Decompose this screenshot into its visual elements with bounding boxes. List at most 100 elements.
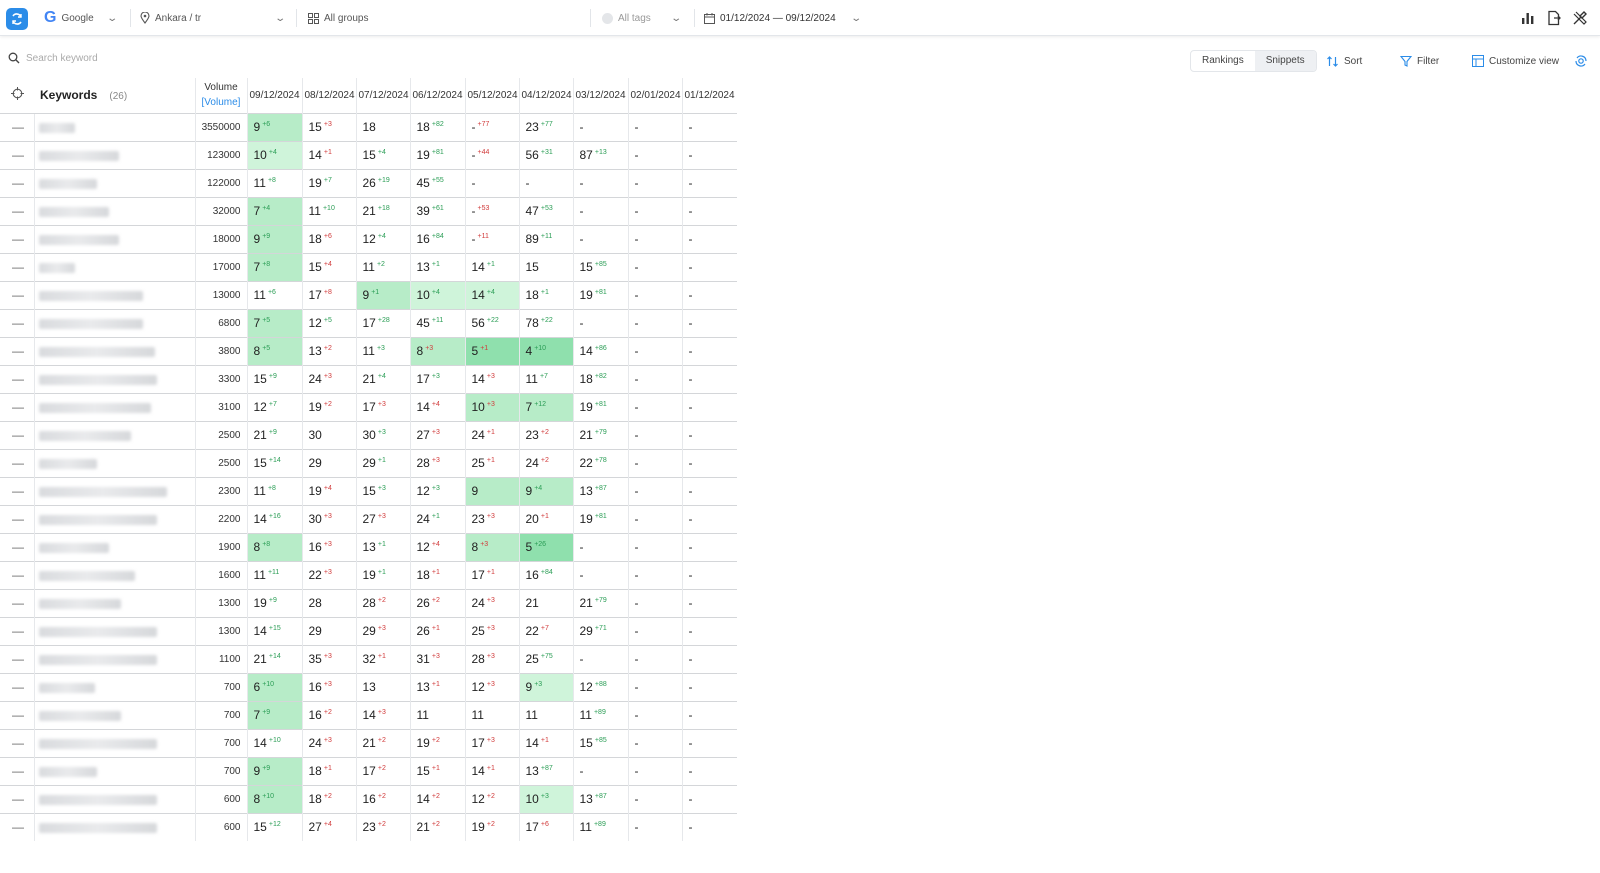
rank-cell[interactable]: 14 +1 [464, 756, 519, 785]
rank-cell[interactable]: 15 +12 [246, 812, 302, 841]
rank-cell[interactable]: 25 +3 [464, 616, 519, 645]
rank-cell[interactable]: - [681, 308, 737, 337]
rank-cell[interactable]: 22 +3 [301, 560, 356, 589]
rank-cell[interactable]: - [627, 504, 682, 533]
rank-cell[interactable]: - [627, 672, 682, 701]
rank-cell[interactable]: 7 +12 [518, 392, 573, 421]
keyword-cell-redacted[interactable] [33, 532, 195, 561]
rank-cell[interactable]: 21 +79 [572, 420, 628, 449]
rank-cell[interactable]: 15 +3 [301, 112, 356, 141]
rank-cell[interactable]: 16 +3 [301, 532, 356, 561]
rank-cell[interactable]: 7 +8 [246, 252, 302, 281]
rank-cell[interactable]: 11 +8 [246, 168, 302, 197]
keyword-cell-redacted[interactable] [33, 168, 195, 197]
rank-cell[interactable]: 25 +1 [464, 448, 519, 477]
rank-cell[interactable]: 31 +3 [409, 644, 465, 673]
collapse-dash-icon[interactable]: — [0, 700, 34, 729]
rank-cell[interactable]: - [681, 756, 737, 785]
rank-cell[interactable]: 9 +6 [246, 112, 302, 141]
rank-cell[interactable]: 14 +1 [518, 728, 573, 757]
rank-cell[interactable]: - [572, 168, 628, 197]
rank-cell[interactable]: - [681, 728, 737, 757]
rank-cell[interactable]: 14 +3 [355, 700, 410, 729]
rank-cell[interactable]: - [681, 252, 737, 281]
rank-cell[interactable]: 18 +6 [301, 224, 356, 253]
rank-cell[interactable]: - [627, 392, 682, 421]
keyword-cell-redacted[interactable] [33, 616, 195, 645]
rank-cell[interactable]: 19 +81 [572, 392, 628, 421]
collapse-dash-icon[interactable]: — [0, 364, 34, 393]
rank-cell[interactable]: 9 +9 [246, 756, 302, 785]
rank-cell[interactable]: 11 +89 [572, 812, 628, 841]
collapse-dash-icon[interactable]: — [0, 560, 34, 589]
rank-cell[interactable]: 29 +3 [355, 616, 410, 645]
rank-cell[interactable]: 11 +3 [355, 336, 410, 365]
rank-cell[interactable]: 17 +3 [409, 364, 465, 393]
collapse-dash-icon[interactable]: — [0, 756, 34, 785]
rank-cell[interactable]: 30 +3 [355, 420, 410, 449]
rank-cell[interactable]: 35 +3 [301, 644, 356, 673]
keyword-cell-redacted[interactable] [33, 420, 195, 449]
collapse-dash-icon[interactable]: — [0, 308, 34, 337]
rank-cell[interactable]: 19 +7 [301, 168, 356, 197]
keyword-cell-redacted[interactable] [33, 336, 195, 365]
rank-cell[interactable]: 14 +15 [246, 616, 302, 645]
rank-cell[interactable]: 14 +86 [572, 336, 628, 365]
rank-cell[interactable]: - +77 [464, 112, 519, 141]
rank-cell[interactable]: - [681, 784, 737, 813]
rank-cell[interactable]: 7 +5 [246, 308, 302, 337]
table-row[interactable]: —32000 7 +4 11 +10 21 +18 39 +61- +53 47 +53- - - [0, 196, 737, 225]
rank-cell[interactable]: 11 +2 [355, 252, 410, 281]
rank-cell[interactable]: 26 +2 [409, 588, 465, 617]
rank-cell[interactable]: 11 [518, 700, 573, 729]
rank-cell[interactable]: 18 [355, 112, 410, 141]
rank-cell[interactable]: - [627, 560, 682, 589]
table-row[interactable]: —700 6 +10 16 +3 13 13 +1 12 +3 9 +3 12 +88- - [0, 672, 737, 701]
rank-cell[interactable]: 8 +5 [246, 336, 302, 365]
rank-cell[interactable]: 6 +10 [246, 672, 302, 701]
table-row[interactable]: —700 14 +10 24 +3 21 +2 19 +2 17 +3 14 +1 15 +85- - [0, 728, 737, 757]
rank-cell[interactable]: 28 [301, 588, 356, 617]
rankings-tab[interactable]: Rankings [1191, 51, 1255, 71]
chevron-down-icon[interactable]: ⌄ [670, 0, 682, 36]
rank-cell[interactable]: 14 +4 [464, 280, 519, 309]
keyword-cell-redacted[interactable] [33, 252, 195, 281]
rank-cell[interactable]: 9 +3 [518, 672, 573, 701]
table-row[interactable]: —2500 21 +9 30 30 +3 27 +3 24 +1 23 +2 21 +79- - [0, 420, 737, 449]
rank-cell[interactable]: - [681, 224, 737, 253]
rank-cell[interactable]: 14 +16 [246, 504, 302, 533]
rank-cell[interactable]: - [681, 280, 737, 309]
rank-cell[interactable]: 30 +3 [301, 504, 356, 533]
keyword-cell-redacted[interactable] [33, 756, 195, 785]
rank-cell[interactable]: 21 +79 [572, 588, 628, 617]
keyword-cell-redacted[interactable] [33, 700, 195, 729]
search-box[interactable]: Search keyword [8, 52, 98, 64]
rank-cell[interactable]: 7 +9 [246, 700, 302, 729]
rank-cell[interactable]: 27 +3 [409, 420, 465, 449]
rank-cell[interactable]: 16 +84 [409, 224, 465, 253]
rank-cell[interactable]: 11 [464, 700, 519, 729]
rank-cell[interactable]: 24 +3 [464, 588, 519, 617]
rank-cell[interactable]: - [627, 308, 682, 337]
rank-cell[interactable]: - [572, 560, 628, 589]
customize-view-button[interactable]: Customize view [1472, 50, 1559, 72]
rank-cell[interactable]: 13 +87 [572, 476, 628, 505]
rank-cell[interactable]: - +53 [464, 196, 519, 225]
rank-cell[interactable]: - +11 [464, 224, 519, 253]
collapse-dash-icon[interactable]: — [0, 784, 34, 813]
rank-cell[interactable]: 13 +1 [355, 532, 410, 561]
keyword-cell-redacted[interactable] [33, 728, 195, 757]
rank-cell[interactable]: 29 [301, 448, 356, 477]
collapse-dash-icon[interactable]: — [0, 420, 34, 449]
keywords-header[interactable]: Keywords (26) [34, 78, 195, 113]
rank-cell[interactable]: - [681, 336, 737, 365]
search-engine-select[interactable]: G Google [44, 0, 94, 36]
keyword-cell-redacted[interactable] [33, 448, 195, 477]
rank-cell[interactable]: 10 +4 [409, 280, 465, 309]
rank-cell[interactable]: - [627, 336, 682, 365]
rank-cell[interactable]: - [627, 252, 682, 281]
rank-cell[interactable]: 29 +1 [355, 448, 410, 477]
rank-cell[interactable]: - [681, 140, 737, 169]
date-header[interactable]: 02/01/2024 [627, 78, 682, 113]
table-row[interactable]: —6800 7 +5 12 +5 17 +28 45 +11 56 +22 78 +22- - - [0, 308, 737, 337]
